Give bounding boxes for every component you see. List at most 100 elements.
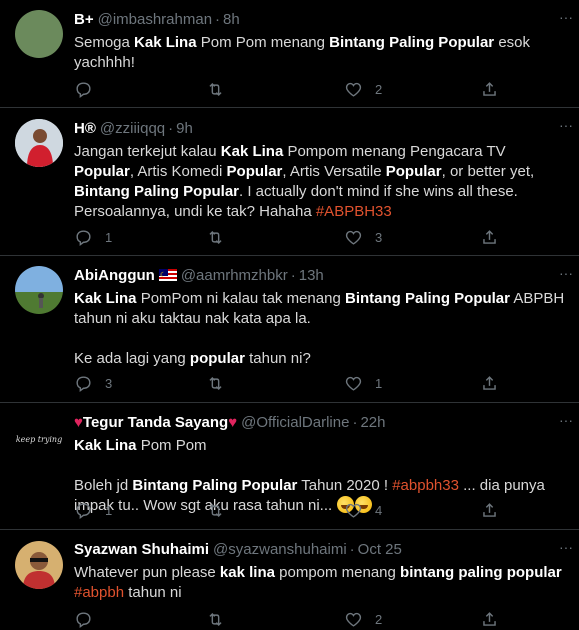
text-segment: Tahun 2020 !	[297, 477, 393, 494]
like-count: 4	[375, 502, 383, 518]
reply-button[interactable]	[74, 609, 105, 629]
user-handle[interactable]: @aamrhmzhbkr	[181, 267, 288, 284]
like-button[interactable]: 2	[344, 609, 382, 629]
text-segment: Pompom menang Pengacara TV	[283, 143, 506, 160]
highlighted-text: Popular	[226, 163, 283, 180]
tweet-header: AbiAnggun @aamrhmzhbkr·13h	[74, 266, 569, 286]
reply-button[interactable]	[74, 79, 105, 99]
tweet-paragraph: Kak Lina PomPom ni kalau tak menang Bint…	[74, 289, 569, 329]
reply-icon	[76, 229, 91, 246]
highlighted-text: Kak Lina	[74, 290, 137, 307]
avatar-image	[15, 541, 63, 589]
timestamp[interactable]: Oct 25	[358, 541, 402, 558]
text-segment: Jangan terkejut kalau	[74, 143, 221, 160]
share-button[interactable]	[480, 500, 499, 520]
timestamp[interactable]: 13h	[299, 267, 324, 284]
highlighted-text: bintang paling popular	[400, 564, 562, 581]
tweet-paragraph: Jangan terkejut kalau Kak Lina Pompom me…	[74, 142, 569, 222]
retweet-button[interactable]	[206, 373, 225, 393]
tweet[interactable]: keep trying ♥Tegur Tanda Sayang♥ @Officia…	[0, 403, 579, 530]
tweet-text: Semoga Kak Lina Pom Pom menang Bintang P…	[74, 33, 569, 73]
avatar[interactable]: keep trying	[15, 416, 63, 464]
share-icon	[483, 611, 496, 626]
retweet-icon	[209, 612, 222, 626]
reply-icon	[76, 611, 91, 628]
display-name[interactable]: Syazwan Shuhaimi	[74, 541, 209, 558]
highlighted-text: Kak Lina	[134, 34, 197, 51]
text-segment: Whatever pun please	[74, 564, 220, 581]
display-name[interactable]: Tegur Tanda Sayang	[83, 414, 228, 431]
more-icon[interactable]: ···	[559, 266, 573, 284]
user-handle[interactable]: @OfficialDarline	[241, 414, 349, 431]
like-icon	[345, 612, 362, 627]
like-button[interactable]: 1	[344, 373, 382, 393]
more-icon[interactable]: ···	[559, 10, 573, 28]
retweet-button[interactable]	[206, 500, 225, 520]
avatar[interactable]	[15, 10, 63, 58]
share-button[interactable]	[480, 609, 499, 629]
like-button[interactable]: 2	[344, 79, 382, 99]
retweet-icon	[209, 503, 222, 517]
user-handle[interactable]: @imbashrahman	[98, 11, 212, 28]
text-segment: Semoga	[74, 34, 135, 51]
tweet-feed: B+ @imbashrahman · 8h Semoga Kak Lina Pom P…	[0, 0, 579, 630]
like-button[interactable]: 3	[344, 227, 382, 247]
highlighted-text: Popular	[385, 163, 442, 180]
like-count: 3	[375, 229, 383, 245]
user-handle[interactable]: @zziiiqqq	[100, 120, 165, 137]
user-handle[interactable]: @syazwanshuhaimi	[213, 541, 347, 558]
highlighted-text: Bintang Paling Popular	[329, 34, 495, 51]
tweet[interactable]: B+ @imbashrahman · 8h Semoga Kak Lina Pom P…	[0, 0, 579, 108]
like-button[interactable]: 4	[344, 500, 382, 520]
malaysia-flag-icon	[158, 266, 177, 286]
hashtag-link[interactable]: #ABPBH33	[316, 203, 392, 220]
text-segment: tahun ni?	[244, 350, 311, 367]
tweet[interactable]: AbiAnggun @aamrhmzhbkr·13h Kak Lina PomPo…	[0, 256, 579, 403]
tweet[interactable]: H® @zziiiqqq · 9h Jangan terkejut kalau Kak…	[0, 108, 579, 256]
like-icon	[345, 230, 362, 245]
avatar[interactable]	[15, 119, 63, 167]
timestamp[interactable]: 8h	[223, 11, 240, 28]
more-icon[interactable]: ···	[559, 540, 573, 558]
highlighted-text: Kak Lina	[220, 143, 284, 160]
timestamp[interactable]: 9h	[176, 120, 193, 137]
display-name[interactable]: B+	[74, 11, 94, 28]
more-icon[interactable]: ···	[559, 118, 573, 136]
reply-icon	[76, 81, 91, 98]
retweet-button[interactable]	[206, 227, 225, 247]
text-segment: , or better yet,	[441, 163, 535, 180]
retweet-button[interactable]	[206, 609, 225, 629]
heart-icon: ♥	[228, 414, 238, 431]
like-count: 2	[375, 81, 383, 97]
display-name[interactable]: AbiAnggun	[74, 267, 155, 284]
reply-button[interactable]: 1	[74, 227, 112, 247]
share-button[interactable]	[480, 373, 499, 393]
timestamp[interactable]: 22h	[360, 414, 385, 431]
reply-button[interactable]: 1	[74, 500, 112, 520]
separator-dot: ·	[290, 267, 296, 284]
tweet-paragraph: Kak Lina Pom Pom	[74, 436, 569, 456]
separator-dot: ·	[215, 11, 221, 28]
share-icon	[483, 375, 496, 390]
retweet-icon	[209, 82, 222, 96]
tweet[interactable]: Syazwan Shuhaimi @syazwanshuhaimi · Oct 25 …	[0, 530, 579, 630]
text-segment: Boleh jd	[74, 477, 133, 494]
share-button[interactable]	[480, 227, 499, 247]
avatar[interactable]	[15, 266, 63, 314]
avatar[interactable]	[15, 541, 63, 589]
share-icon	[483, 81, 496, 96]
tweet-header: Syazwan Shuhaimi @syazwanshuhaimi · Oct 25	[74, 540, 569, 560]
like-count: 1	[375, 375, 383, 391]
share-icon	[483, 229, 496, 244]
share-button[interactable]	[480, 79, 499, 99]
tweet-text: Whatever pun please kak lina pompom mena…	[74, 563, 569, 603]
reply-button[interactable]: 3	[74, 373, 112, 393]
retweet-button[interactable]	[206, 79, 225, 99]
hashtag-link[interactable]: #abpbh	[74, 584, 124, 601]
separator-dot: ·	[349, 541, 355, 558]
hashtag-link[interactable]: #abpbh33	[392, 477, 459, 494]
tweet-header: B+ @imbashrahman · 8h	[74, 10, 569, 30]
more-icon[interactable]: ···	[559, 413, 573, 431]
display-name[interactable]: H®	[74, 120, 96, 137]
tweet-paragraph: Whatever pun please kak lina pompom mena…	[74, 563, 569, 603]
